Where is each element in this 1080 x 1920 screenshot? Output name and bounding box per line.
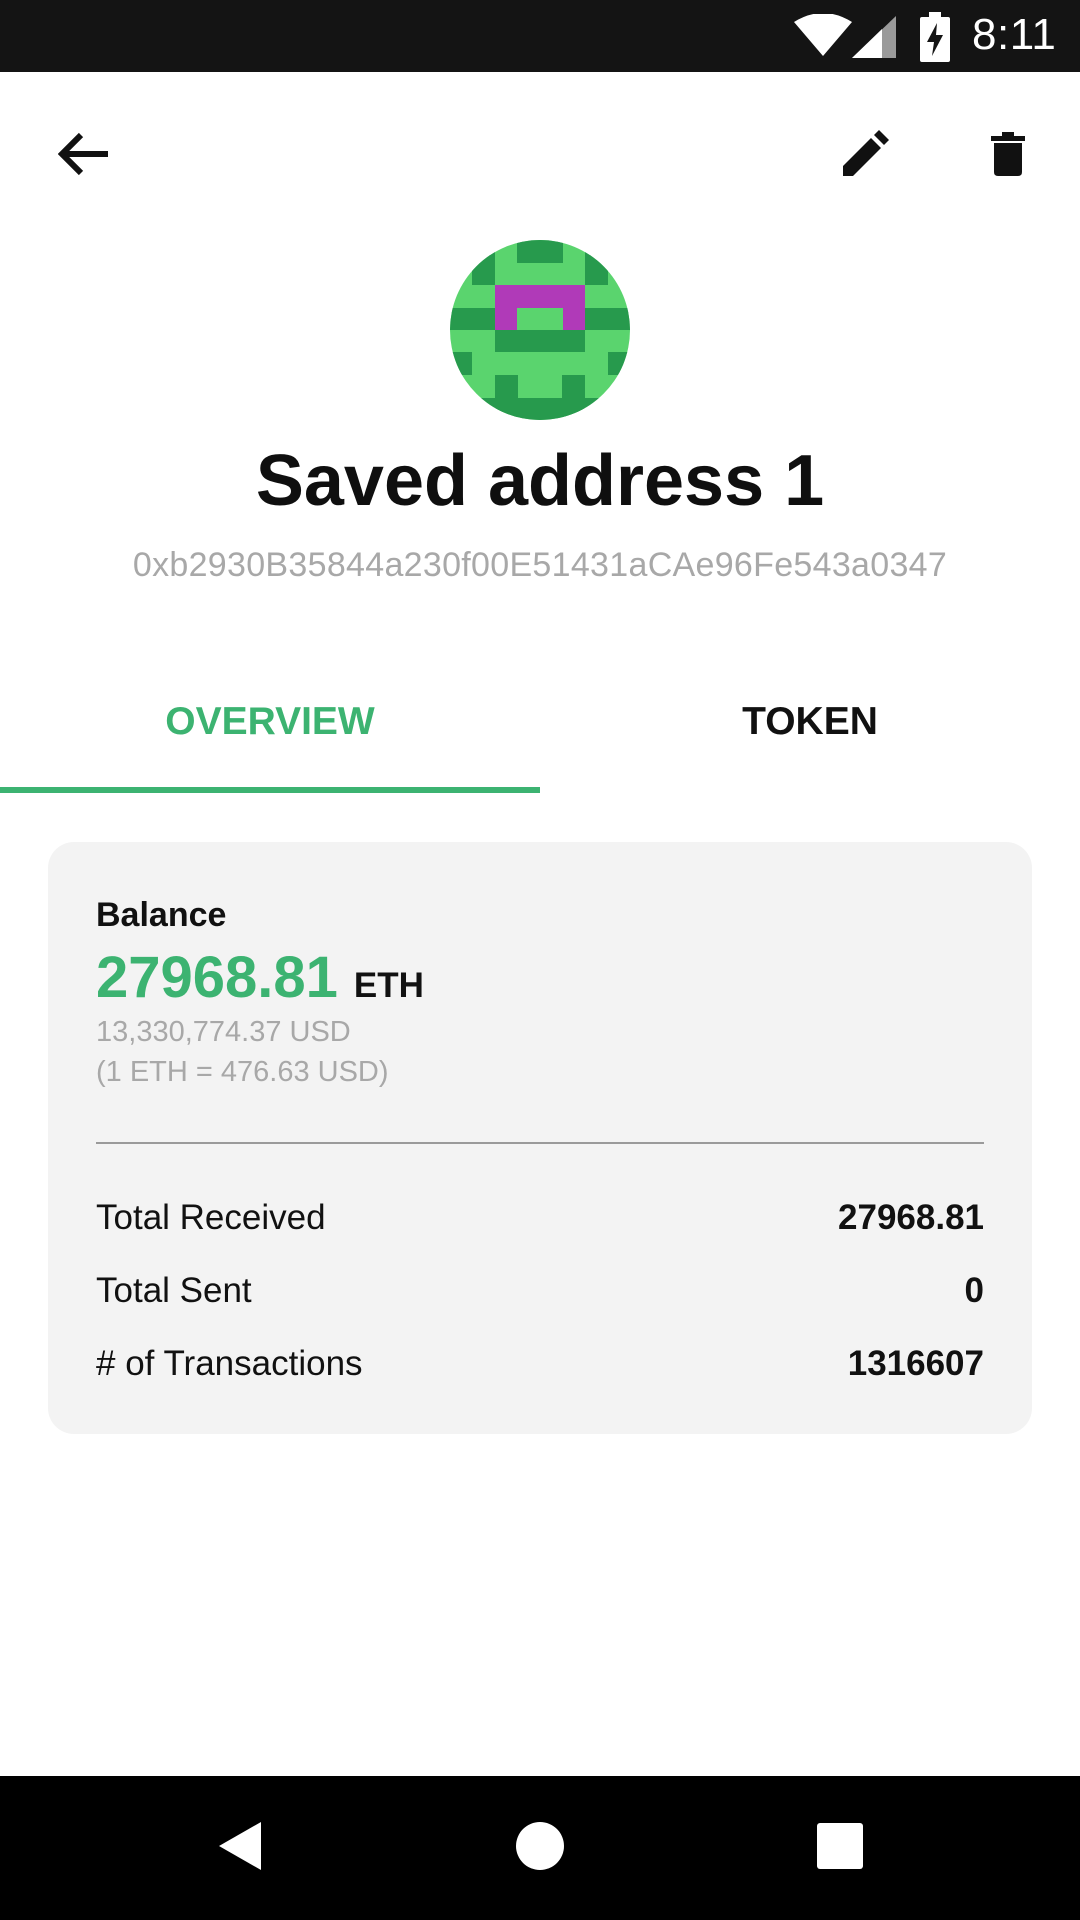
balance-usd: 13,330,774.37 USD — [96, 1016, 351, 1048]
page-title: Saved address 1 — [255, 441, 825, 521]
trash-icon — [991, 131, 1025, 181]
stat-value: 0 — [964, 1271, 984, 1310]
nav-recent-button[interactable] — [792, 1800, 888, 1896]
pencil-icon — [841, 129, 889, 183]
stat-total-sent: Total Sent 0 — [96, 1261, 984, 1321]
tab-active-indicator — [0, 787, 540, 793]
nav-back-icon — [217, 1820, 263, 1877]
balance-unit: ETH — [353, 966, 424, 1005]
stat-total-received: Total Received 27968.81 — [96, 1188, 984, 1248]
edit-button[interactable] — [817, 108, 913, 204]
stat-value: 1316607 — [847, 1344, 984, 1383]
wifi-icon — [794, 13, 852, 63]
back-button[interactable] — [36, 108, 132, 204]
balance-card: Balance 27968.81 ETH 13,330,774.37 USD (… — [48, 842, 1032, 1434]
arrow-back-icon — [57, 131, 110, 182]
balance-amount: 27968.81 ETH — [96, 944, 424, 1011]
divider — [96, 1142, 984, 1144]
tab-overview[interactable]: OVERVIEW — [0, 650, 540, 794]
tab-bar: OVERVIEW TOKEN — [0, 650, 1080, 794]
stat-label: Total Sent — [96, 1271, 252, 1310]
avatar-identicon — [450, 240, 630, 420]
balance-label: Balance — [96, 896, 227, 934]
status-bar: 8:11 — [0, 0, 1080, 72]
battery-charging-icon — [920, 12, 950, 67]
nav-back-button[interactable] — [192, 1800, 288, 1896]
signal-icon — [852, 16, 896, 63]
exchange-rate: (1 ETH = 476.63 USD) — [96, 1056, 389, 1088]
status-time: 8:11 — [972, 10, 1057, 59]
stat-label: Total Received — [96, 1198, 326, 1237]
delete-button[interactable] — [960, 108, 1056, 204]
balance-value: 27968.81 — [96, 945, 338, 1010]
navigation-bar — [0, 1776, 1080, 1920]
wallet-address: 0xb2930B35844a230f00E51431aCAe96Fe543a03… — [132, 546, 948, 584]
stat-label: # of Transactions — [96, 1344, 363, 1383]
nav-recent-icon — [817, 1822, 863, 1874]
nav-home-icon — [515, 1821, 565, 1876]
nav-home-button[interactable] — [492, 1800, 588, 1896]
stat-transactions: # of Transactions 1316607 — [96, 1334, 984, 1394]
tab-token[interactable]: TOKEN — [540, 650, 1080, 794]
stat-value: 27968.81 — [838, 1198, 984, 1237]
